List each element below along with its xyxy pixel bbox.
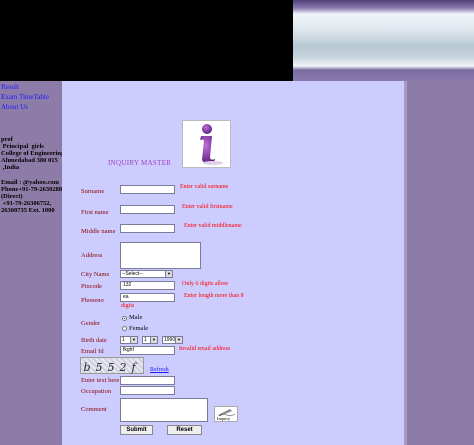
pincode-input[interactable]: 132 (120, 281, 175, 290)
occupation-input[interactable] (120, 386, 175, 395)
birth-year-select[interactable]: 1990 ▼ (162, 336, 183, 344)
middlename-input[interactable] (120, 224, 175, 233)
phone-error-continued: digits (121, 303, 135, 309)
gender-male-label: Male (129, 314, 143, 321)
comment-label: Comment (81, 406, 107, 413)
middlename-error: Enter valid middlename (184, 223, 242, 229)
birth-day-value: 1 (122, 337, 125, 343)
pincode-label: Pincode (81, 283, 102, 290)
address-line: 26300735 Ext. 1000 (1, 207, 55, 214)
surname-input[interactable] (120, 185, 175, 194)
form-title: INQUIRY MASTER (108, 159, 172, 167)
birth-month-value: 1 (144, 337, 147, 343)
gender-female-label: Female (129, 325, 149, 332)
inquiry-icon-button[interactable]: Inquiry (214, 406, 238, 422)
phone-label: Phoneno (81, 297, 104, 304)
surname-label: Surname (81, 188, 105, 195)
firstname-label: First name (81, 209, 109, 216)
birth-year-value: 1990 (164, 337, 176, 343)
nav-result-link[interactable]: Result (1, 83, 19, 91)
middlename-label: Middle name (81, 228, 116, 235)
captcha-image: b552f (80, 357, 144, 374)
gender-female-radio[interactable] (122, 326, 127, 331)
birth-month-select[interactable]: 1 ▼ (142, 336, 158, 344)
gender-label: Gender (81, 320, 101, 327)
city-select[interactable]: --Select-- ▼ (120, 270, 173, 278)
birth-day-select[interactable]: 1 ▼ (120, 336, 138, 344)
phone-input[interactable]: ea (120, 293, 175, 302)
submit-button[interactable]: Submit (120, 425, 153, 435)
inquiry-logo (182, 120, 231, 168)
occupation-label: Occupation (81, 388, 111, 395)
surname-error: Enter valid surname (180, 184, 229, 190)
city-label: City Name (81, 271, 110, 278)
chevron-down-icon: ▼ (165, 271, 172, 277)
comment-textarea[interactable] (120, 398, 208, 422)
chevron-down-icon: ▼ (150, 337, 157, 343)
header-black-band (0, 0, 293, 81)
nav-exam-timetable-link[interactable]: Exam TimeTable (1, 93, 49, 101)
reset-button[interactable]: Reset (167, 425, 202, 435)
sidebar: Result Exam TimeTable About Us prof Prin… (0, 81, 65, 445)
address-label: Address (81, 252, 103, 259)
address-line: ,India (1, 164, 20, 171)
city-selected-value: --Select-- (122, 271, 143, 277)
chevron-down-icon: ▼ (130, 337, 137, 343)
captcha-input-label: Enter text here (81, 377, 120, 384)
firstname-error: Enter valid firstname (182, 204, 233, 210)
main-content (62, 81, 404, 445)
captcha-text: b552f (83, 361, 141, 374)
phone-error: Enter length more than 8 (184, 293, 244, 299)
chevron-down-icon: ▼ (175, 337, 182, 343)
right-panel (404, 81, 474, 445)
gender-male-radio[interactable] (122, 316, 127, 321)
address-textarea[interactable] (120, 242, 201, 269)
captcha-refresh-link[interactable]: Refresh (150, 367, 169, 373)
nav-about-us-link[interactable]: About Us (1, 103, 28, 111)
email-input[interactable]: fkghf (120, 346, 175, 355)
email-error: Invalid email address (179, 346, 231, 352)
email-label: Email Id (81, 348, 104, 355)
pincode-error: Only 6 digits allow (182, 281, 229, 287)
captcha-input[interactable] (120, 376, 175, 385)
header-gradient-band (293, 0, 474, 81)
info-icon (200, 124, 223, 165)
birthdate-label: Birth date (81, 337, 107, 344)
firstname-input[interactable] (120, 205, 175, 214)
inquiry-icon-label: Inquiry (217, 416, 231, 421)
